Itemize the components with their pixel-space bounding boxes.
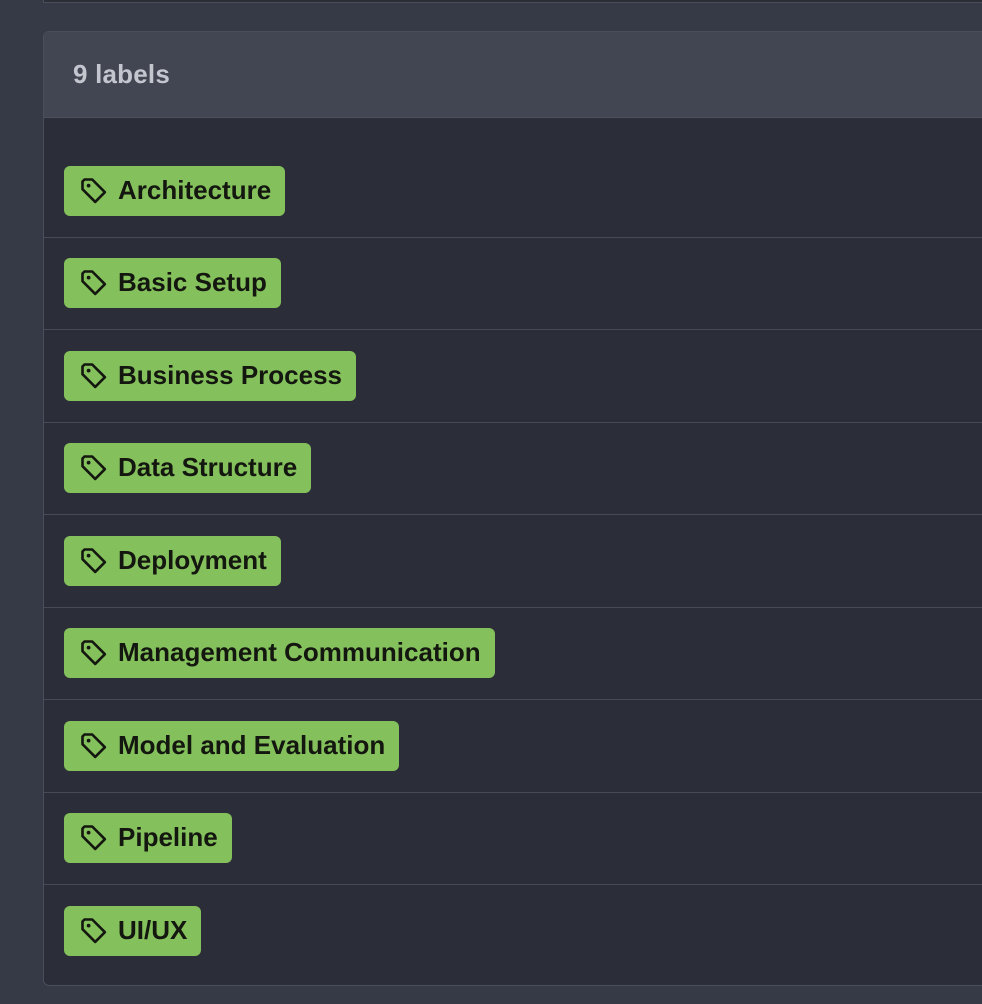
label-name: Architecture: [118, 174, 272, 205]
label-pill-pipeline[interactable]: Pipeline: [64, 813, 232, 864]
label-row: Model and Evaluation: [44, 700, 982, 793]
label-row: Data Structure: [44, 423, 982, 515]
tag-icon: [78, 360, 110, 392]
label-row: Business Process: [44, 330, 982, 423]
tag-icon: [78, 267, 110, 299]
label-name: Model and Evaluation: [118, 729, 386, 760]
label-pill-architecture[interactable]: Architecture: [64, 165, 286, 216]
tag-icon: [78, 915, 110, 947]
label-row: Management Communication: [44, 608, 982, 700]
label-pill-deployment[interactable]: Deployment: [64, 535, 281, 586]
label-name: UI/UX: [118, 915, 188, 946]
tag-icon: [78, 637, 110, 669]
tag-icon: [78, 545, 110, 577]
label-name: Management Communication: [118, 637, 481, 668]
label-pill-model-and-evaluation[interactable]: Model and Evaluation: [64, 720, 400, 771]
labels-count-title: 9 labels: [73, 59, 170, 89]
tag-icon: [78, 822, 110, 854]
label-list: Architecture Basic Setup Business Proces…: [44, 118, 982, 978]
label-name: Basic Setup: [118, 267, 267, 298]
label-name: Business Process: [118, 359, 343, 390]
label-pill-management-communication[interactable]: Management Communication: [64, 628, 495, 679]
label-name: Data Structure: [118, 452, 298, 483]
label-row: Architecture: [44, 145, 982, 238]
label-row: Deployment: [44, 515, 982, 608]
labels-panel-header: 9 labels: [44, 32, 982, 118]
label-name: Pipeline: [118, 822, 218, 853]
label-pill-ui-ux[interactable]: UI/UX: [64, 906, 202, 957]
previous-panel-edge: [43, 0, 982, 3]
label-pill-data-structure[interactable]: Data Structure: [64, 443, 312, 494]
label-name: Deployment: [118, 544, 267, 575]
label-row: Pipeline: [44, 793, 982, 885]
tag-icon: [78, 730, 110, 762]
label-pill-basic-setup[interactable]: Basic Setup: [64, 258, 281, 309]
tag-icon: [78, 452, 110, 484]
tag-icon: [78, 175, 110, 207]
label-row: UI/UX: [44, 885, 982, 978]
label-row: Basic Setup: [44, 238, 982, 330]
labels-panel: 9 labels Architecture Basic Setup Busine…: [43, 31, 982, 986]
label-pill-business-process[interactable]: Business Process: [64, 350, 357, 401]
